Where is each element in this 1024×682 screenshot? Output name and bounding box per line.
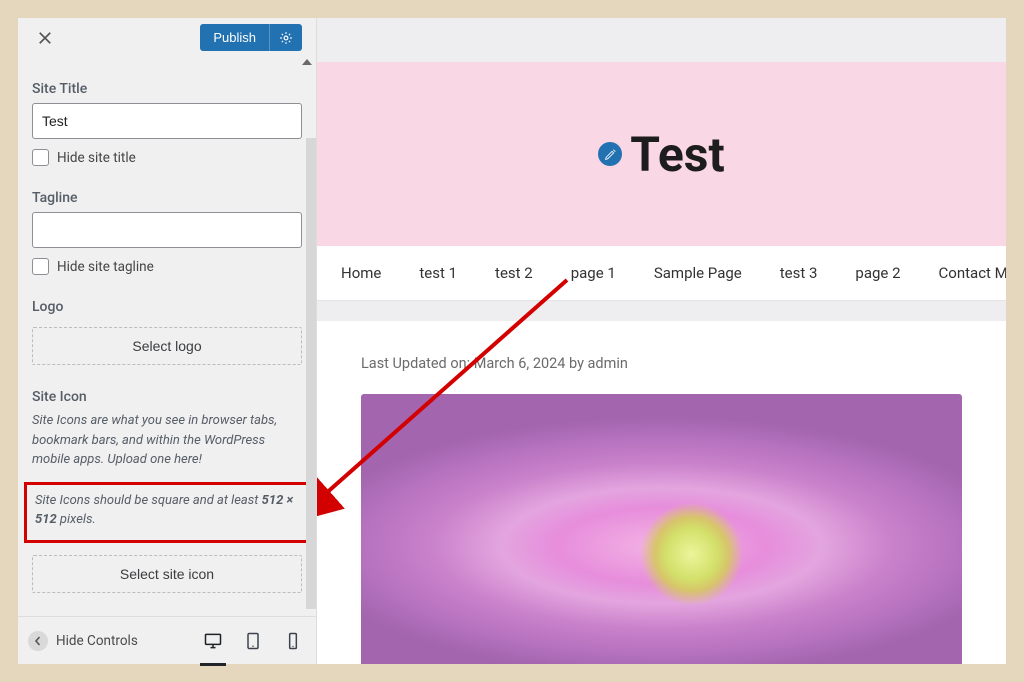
close-customizer-button[interactable] — [32, 25, 58, 51]
preview-header: Test — [317, 62, 1006, 246]
sidebar-body: Site Title Hide site title Tagline Hide … — [18, 57, 316, 616]
device-tablet-button[interactable] — [240, 626, 266, 656]
device-desktop-button[interactable] — [200, 626, 226, 656]
mobile-icon — [283, 631, 303, 651]
edit-pencil-badge[interactable] — [598, 142, 622, 166]
last-updated-text: Last Updated on: March 6, 2024 by admin — [361, 355, 962, 372]
customizer-frame: Publish Site Title Hide site title Tagli… — [18, 18, 1006, 664]
nav-item[interactable]: Contact M — [939, 264, 1006, 282]
site-title-input[interactable] — [32, 103, 302, 139]
hide-site-title-row[interactable]: Hide site title — [32, 149, 302, 166]
nav-item[interactable]: page 2 — [855, 264, 900, 282]
hide-site-title-checkbox[interactable] — [32, 149, 49, 166]
hide-controls-button[interactable]: Hide Controls — [28, 631, 138, 651]
device-mobile-button[interactable] — [280, 626, 306, 656]
hide-site-tagline-checkbox[interactable] — [32, 258, 49, 275]
sidebar-topbar: Publish — [18, 18, 316, 57]
hide-site-tagline-label: Hide site tagline — [57, 259, 154, 275]
select-site-icon-button[interactable]: Select site icon — [32, 555, 302, 593]
device-preview-row — [200, 626, 306, 656]
nav-item[interactable]: Home — [341, 264, 381, 282]
tablet-icon — [243, 631, 263, 651]
sidebar-bottombar: Hide Controls — [18, 616, 316, 664]
publish-settings-button[interactable] — [269, 24, 302, 51]
logo-block: Logo Select logo — [32, 299, 302, 365]
featured-image — [361, 394, 962, 664]
nav-item[interactable]: test 3 — [780, 264, 818, 282]
nav-item[interactable]: test 1 — [419, 264, 457, 282]
tagline-input[interactable] — [32, 212, 302, 248]
close-icon — [36, 29, 54, 47]
preview-site-title: Test — [630, 126, 724, 183]
logo-label: Logo — [32, 299, 302, 315]
publish-button[interactable]: Publish — [200, 24, 269, 51]
nav-item[interactable]: Sample Page — [654, 264, 742, 282]
preview-content: Last Updated on: March 6, 2024 by admin — [317, 321, 1006, 664]
desktop-icon — [203, 631, 223, 651]
site-preview: Test Home test 1 test 2 page 1 Sample Pa… — [317, 18, 1006, 664]
site-icon-label: Site Icon — [32, 389, 302, 405]
preview-nav: Home test 1 test 2 page 1 Sample Page te… — [317, 246, 1006, 301]
hide-site-tagline-row[interactable]: Hide site tagline — [32, 258, 302, 275]
tagline-block: Tagline Hide site tagline — [32, 190, 302, 275]
pencil-icon — [604, 148, 617, 161]
select-logo-button[interactable]: Select logo — [32, 327, 302, 365]
site-icon-block: Site Icon Site Icons are what you see in… — [32, 389, 302, 593]
customizer-sidebar: Publish Site Title Hide site title Tagli… — [18, 18, 317, 664]
nav-item[interactable]: page 1 — [571, 264, 616, 282]
sidebar-scrollbar[interactable] — [306, 138, 316, 609]
site-title-block: Site Title Hide site title — [32, 81, 302, 166]
site-icon-description-2: Site Icons should be square and at least… — [24, 482, 310, 543]
chevron-left-icon — [28, 631, 48, 651]
site-icon-description-1: Site Icons are what you see in browser t… — [32, 411, 302, 470]
nav-item[interactable]: test 2 — [495, 264, 533, 282]
site-title-label: Site Title — [32, 81, 302, 97]
gear-icon — [279, 31, 293, 45]
hide-site-title-label: Hide site title — [57, 150, 136, 166]
hide-controls-label: Hide Controls — [56, 633, 138, 649]
tagline-label: Tagline — [32, 190, 302, 206]
